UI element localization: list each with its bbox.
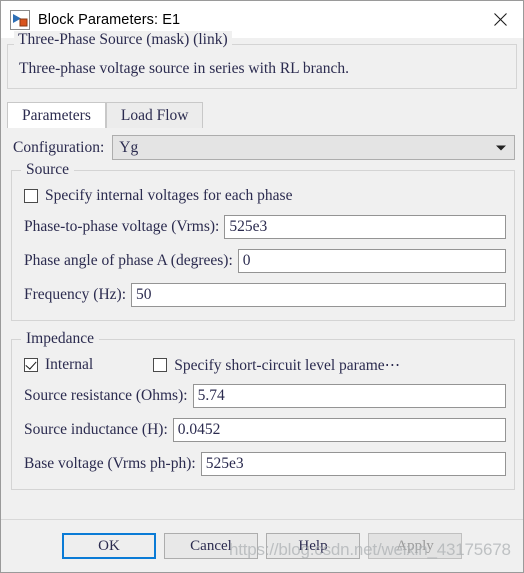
source-inductance-row: Source inductance (H): 0.0452 — [24, 417, 506, 443]
parameters-panel: Configuration: Yg Source Specify interna… — [7, 128, 517, 490]
ok-button[interactable]: OK — [62, 533, 156, 559]
short-circuit-level-label: Specify short-circuit level parame⋯ — [174, 356, 401, 374]
impedance-group-legend: Impedance — [21, 330, 99, 348]
specify-internal-voltages-row[interactable]: Specify internal voltages for each phase — [24, 184, 506, 208]
cancel-button[interactable]: Cancel — [164, 533, 258, 559]
phase-to-phase-voltage-row: Phase-to-phase voltage (Vrms): 525e3 — [24, 214, 506, 240]
frequency-input[interactable]: 50 — [131, 283, 506, 307]
source-inductance-value: 0.0452 — [177, 421, 221, 438]
configuration-value: Yg — [119, 138, 139, 156]
description-heading: Three-Phase Source (mask) (link) — [14, 31, 232, 49]
source-group: Source Specify internal voltages for eac… — [11, 161, 515, 321]
phase-angle-input[interactable]: 0 — [237, 249, 506, 273]
close-icon[interactable] — [477, 1, 523, 38]
help-button[interactable]: Help — [266, 533, 360, 559]
phase-to-phase-voltage-value: 525e3 — [229, 218, 268, 235]
description-body: Three-phase voltage source in series wit… — [19, 60, 349, 77]
frequency-row: Frequency (Hz): 50 — [24, 282, 506, 308]
phase-angle-label: Phase angle of phase A (degrees): — [24, 252, 233, 269]
description-area: Three-Phase Source (mask) (link) Three-p… — [7, 31, 517, 97]
specify-internal-voltages-checkbox[interactable] — [24, 189, 38, 203]
frequency-value: 50 — [136, 286, 152, 303]
dialog-button-bar: OK Cancel Help Apply — [1, 519, 523, 572]
configuration-label: Configuration: — [13, 138, 105, 156]
short-circuit-level-checkbox[interactable] — [153, 358, 168, 372]
base-voltage-row: Base voltage (Vrms ph-ph): 525e3 — [24, 451, 506, 477]
simulink-block-icon — [10, 9, 30, 30]
description-fieldset: Three-Phase Source (mask) (link) Three-p… — [7, 31, 517, 89]
configuration-row: Configuration: Yg — [7, 128, 517, 166]
source-resistance-value: 5.74 — [197, 387, 225, 404]
configuration-dropdown[interactable]: Yg — [112, 135, 515, 160]
internal-checkbox[interactable] — [24, 358, 38, 372]
apply-button: Apply — [368, 533, 462, 559]
phase-angle-row: Phase angle of phase A (degrees): 0 — [24, 248, 506, 274]
source-resistance-label: Source resistance (Ohms): — [24, 387, 188, 404]
impedance-checkbox-row: Internal Specify short-circuit level par… — [24, 353, 506, 377]
tabstrip: Parameters Load Flow — [7, 101, 517, 128]
source-inductance-input[interactable]: 0.0452 — [172, 418, 506, 442]
impedance-group: Impedance Internal Specify short-circuit… — [11, 330, 515, 490]
base-voltage-label: Base voltage (Vrms ph-ph): — [24, 455, 196, 472]
frequency-label: Frequency (Hz): — [24, 286, 126, 303]
window-title: Block Parameters: E1 — [38, 11, 181, 28]
source-resistance-input[interactable]: 5.74 — [192, 384, 506, 408]
block-parameters-dialog: Block Parameters: E1 Three-Phase Source … — [0, 0, 524, 573]
phase-angle-value: 0 — [242, 252, 251, 269]
internal-label: Internal — [45, 356, 94, 373]
source-group-legend: Source — [21, 161, 75, 179]
tab-parameters[interactable]: Parameters — [7, 102, 106, 128]
source-resistance-row: Source resistance (Ohms): 5.74 — [24, 383, 506, 409]
specify-internal-voltages-label: Specify internal voltages for each phase — [45, 187, 293, 204]
base-voltage-value: 525e3 — [205, 455, 244, 472]
phase-to-phase-voltage-input[interactable]: 525e3 — [224, 215, 506, 239]
tab-load-flow[interactable]: Load Flow — [105, 102, 204, 128]
source-inductance-label: Source inductance (H): — [24, 421, 168, 438]
base-voltage-input[interactable]: 525e3 — [200, 452, 506, 476]
phase-to-phase-voltage-label: Phase-to-phase voltage (Vrms): — [24, 218, 220, 235]
chevron-down-icon — [496, 145, 506, 150]
